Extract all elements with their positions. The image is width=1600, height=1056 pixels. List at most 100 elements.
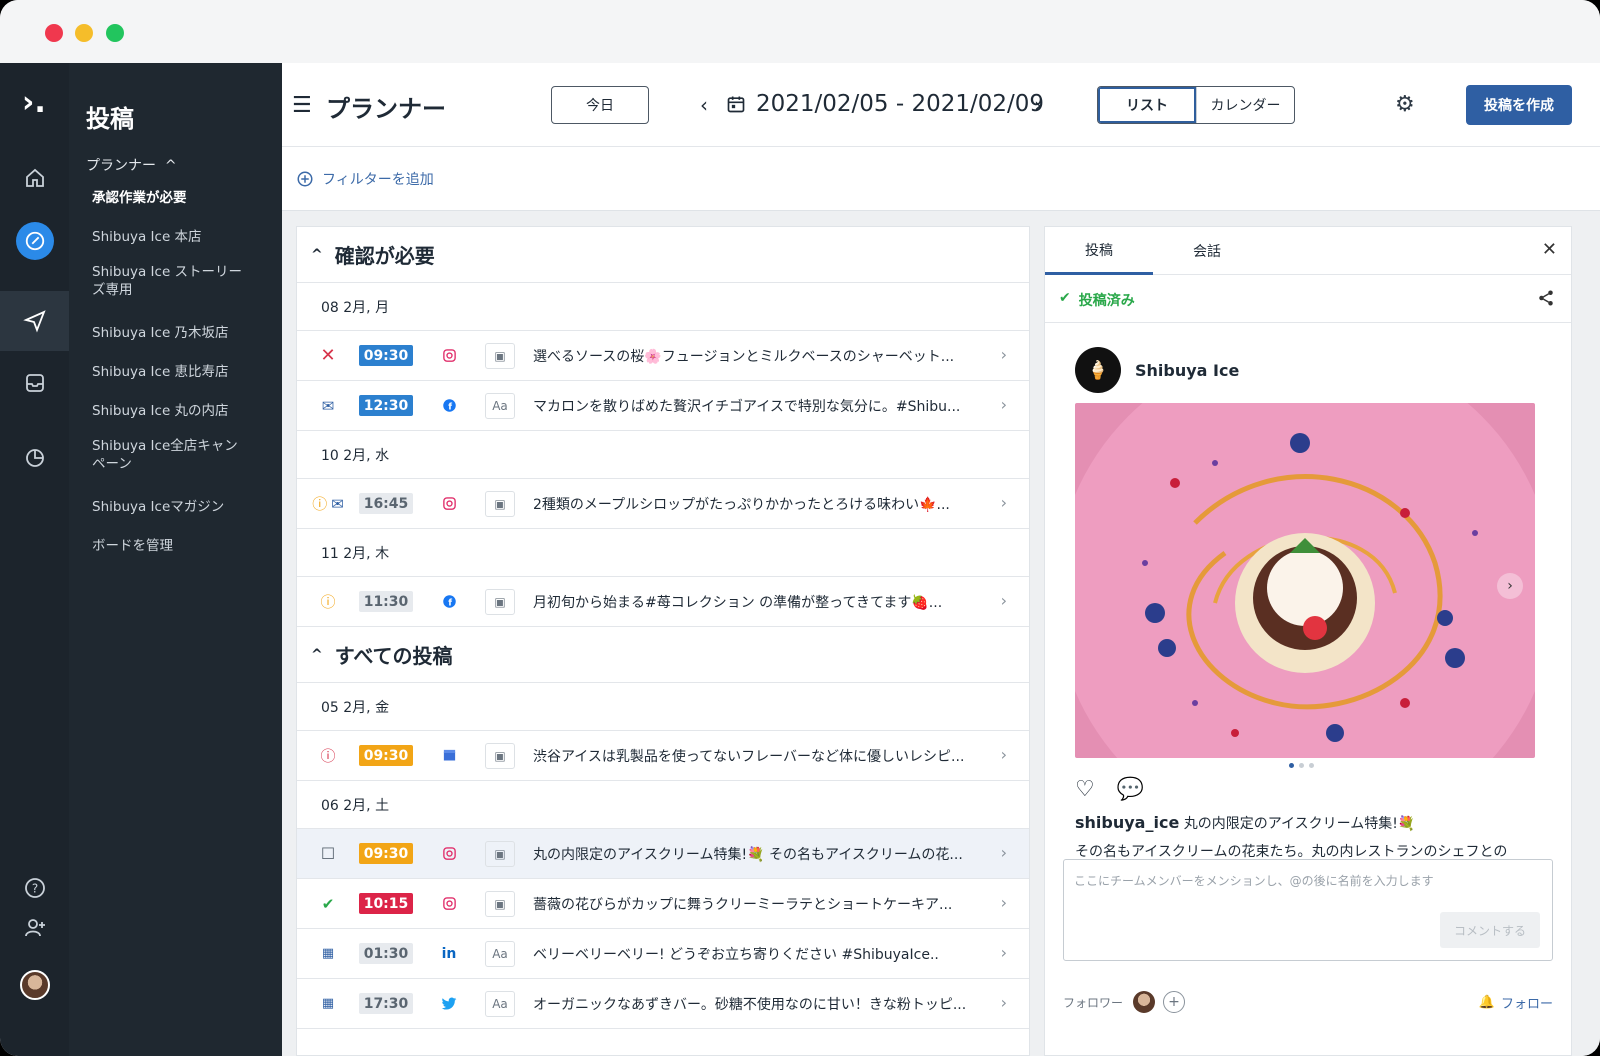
status-badge: ✔ 投稿済み	[1059, 290, 1135, 309]
chevron-right-icon: ›	[1000, 993, 1007, 1012]
post-detail-panel: 投稿 会話 ✕ ✔ 投稿済み 🍦 Shibuya Ice › ♡ 💬 shibu…	[1044, 226, 1572, 1056]
comment-placeholder: ここにチームメンバーをメンションし、@の後に名前を入力します	[1074, 874, 1434, 888]
sidebar-item-magazine[interactable]: Shibuya Iceマガジン	[92, 498, 267, 516]
post-time: 11:30	[359, 591, 413, 612]
post-row[interactable]: ✕ 09:30 ▣ 選べるソースの桜🌸フュージョンとミルクベースのシャーベット.…	[297, 331, 1029, 381]
sidebar-group-planner[interactable]: プランナー ^	[86, 155, 177, 175]
day-header: 05 2月, 金	[297, 683, 1029, 731]
facebook-icon: f	[413, 398, 485, 413]
minimize-window-button[interactable]	[75, 24, 93, 42]
bell-icon: 🔔	[1478, 994, 1495, 1010]
calendar-icon: ▦	[321, 996, 335, 1011]
account-header: 🍦 Shibuya Ice	[1075, 347, 1239, 393]
svg-text:?: ?	[31, 882, 37, 896]
chevron-right-icon[interactable]: ›	[1497, 573, 1523, 599]
sidebar-item-approval[interactable]: 承認作業が必要	[92, 189, 267, 207]
calendar-view-button[interactable]: カレンダー	[1196, 87, 1294, 123]
comment-icon[interactable]: 💬	[1117, 777, 1144, 802]
sidebar-item-ebisu[interactable]: Shibuya Ice 恵比寿店	[92, 363, 267, 381]
post-row[interactable]: ⓘ 11:30 f ▣ 月初旬から始まる#苺コレクション の準備が整ってきてます…	[297, 577, 1029, 627]
chevron-up-icon: ^	[164, 158, 177, 174]
compose-icon[interactable]	[0, 216, 69, 266]
post-row-selected[interactable]: ☐ 09:30 ▣ 丸の内限定のアイスクリーム特集!💐 その名もアイスクリームの…	[297, 829, 1029, 879]
instagram-icon	[413, 348, 485, 363]
post-time: 09:30	[359, 345, 413, 366]
post-time: 01:30	[359, 943, 413, 964]
heart-icon[interactable]: ♡	[1075, 777, 1095, 802]
app-logo[interactable]: ›.	[22, 85, 46, 120]
close-window-button[interactable]	[45, 24, 63, 42]
post-text: 2種類のメープルシロップがたっぷりかかったとろける味わい🍁...	[533, 496, 950, 513]
post-row[interactable]: ▦ 01:30 in Aa ベリーベリーベリー! どうぞお立ち寄りください #S…	[297, 929, 1029, 979]
analytics-icon[interactable]	[0, 433, 69, 483]
post-list: ^ 確認が必要 08 2月, 月 ✕ 09:30 ▣ 選べるソースの桜🌸フュージョ…	[296, 226, 1030, 1056]
account-name: Shibuya Ice	[1135, 360, 1240, 380]
title-bar	[0, 0, 1600, 63]
send-icon[interactable]	[0, 291, 69, 351]
post-text: 丸の内限定のアイスクリーム特集!💐 その名もアイスクリームの花...	[533, 846, 963, 863]
sidebar-item-marunouchi[interactable]: Shibuya Ice 丸の内店	[92, 402, 267, 420]
linkedin-icon: in	[441, 945, 457, 962]
post-row[interactable]: ⓘ ✉ 16:45 ▣ 2種類のメープルシロップがたっぷりかかったとろける味わい🍁…	[297, 479, 1029, 529]
gear-icon[interactable]: ⚙	[1395, 92, 1415, 117]
post-text: 薔薇の花びらがカップに舞うクリーミーラテとショートケーキア...	[533, 896, 953, 913]
post-time: 09:30	[359, 843, 413, 864]
list-view-button[interactable]: リスト	[1098, 87, 1196, 123]
post-row[interactable]: ▦ 17:30 Aa オーガニックなあずきバー。砂糖不使用なのに甘い！きな粉トッ…	[297, 979, 1029, 1029]
chevron-up-icon: ^	[311, 646, 323, 663]
tab-post[interactable]: 投稿	[1045, 227, 1153, 275]
post-row[interactable]: ⓘ 09:30 ▣ 渋谷アイスは乳製品を使ってないフレーバーなど体に優しいレシピ…	[297, 731, 1029, 781]
section-all-posts[interactable]: ^ すべての投稿	[297, 627, 1029, 683]
post-text: マカロンを散りばめた贅沢イチゴアイスで特別な気分に。#Shibu...	[533, 398, 961, 415]
sidebar-item-manage-boards[interactable]: ボードを管理	[92, 537, 267, 555]
home-icon[interactable]	[0, 153, 69, 203]
post-caption: shibuya_ice 丸の内限定のアイスクリーム特集!💐 その名もアイスクリー…	[1075, 813, 1508, 860]
ice-cream-logo-icon: 🍦	[1075, 347, 1121, 393]
chevron-right-icon: ›	[1000, 345, 1007, 364]
today-button[interactable]: 今日	[551, 86, 649, 124]
filter-bar: フィルターを追加	[282, 147, 1600, 211]
chevron-left-icon[interactable]: ‹	[700, 93, 708, 117]
share-icon[interactable]	[1537, 289, 1555, 311]
hamburger-menu-icon[interactable]: ☰	[292, 93, 312, 118]
caption-username: shibuya_ice	[1075, 813, 1180, 832]
chevron-right-icon: ›	[1000, 893, 1007, 912]
sidebar-item-main-store[interactable]: Shibuya Ice 本店	[92, 228, 267, 246]
view-toggle: リスト カレンダー	[1097, 86, 1295, 124]
checkbox[interactable]: ☐	[321, 844, 335, 863]
rejected-x-icon: ✕	[320, 345, 336, 366]
create-post-button[interactable]: 投稿を作成	[1466, 85, 1572, 125]
date-range-text: 2021/02/05 - 2021/02/09	[756, 91, 1045, 117]
add-follower-button[interactable]: +	[1163, 991, 1186, 1013]
post-row[interactable]: ✔ 10:15 ▣ 薔薇の花びらがカップに舞うクリーミーラテとショートケーキア.…	[297, 879, 1029, 929]
add-filter-button[interactable]: フィルターを追加	[296, 169, 434, 189]
post-row[interactable]: ✉ 12:30 f Aa マカロンを散りばめた贅沢イチゴアイスで特別な気分に。#…	[297, 381, 1029, 431]
follower-avatar	[1133, 991, 1156, 1013]
image-icon: ▣	[485, 890, 515, 917]
svg-text:f: f	[448, 598, 452, 608]
follow-button[interactable]: 🔔 フォロー	[1479, 993, 1553, 1012]
mail-icon: ✉	[321, 396, 335, 415]
date-range-picker[interactable]: 2021/02/05 - 2021/02/09	[726, 91, 1044, 117]
day-header: 08 2月, 月	[297, 283, 1029, 331]
close-icon[interactable]: ✕	[1542, 239, 1557, 260]
tab-conversation[interactable]: 会話	[1153, 227, 1261, 275]
sidebar-item-campaign[interactable]: Shibuya Ice全店キャンペーン	[92, 437, 247, 473]
maximize-window-button[interactable]	[106, 24, 124, 42]
post-time: 12:30	[359, 395, 413, 416]
text-icon: Aa	[485, 392, 515, 419]
chevron-right-icon[interactable]: ›	[1034, 93, 1042, 117]
post-time: 10:15	[359, 893, 413, 914]
add-user-icon[interactable]	[0, 903, 69, 953]
sidebar-item-stories[interactable]: Shibuya Ice ストーリーズ専用	[92, 263, 252, 299]
post-time: 09:30	[359, 745, 413, 766]
section-needs-review[interactable]: ^ 確認が必要	[297, 227, 1029, 283]
followers-bar: フォロワー + 🔔 フォロー	[1063, 987, 1553, 1017]
post-text: オーガニックなあずきバー。砂糖不使用なのに甘い！きな粉トッピ...	[533, 996, 967, 1013]
instagram-icon	[413, 496, 485, 511]
comment-box[interactable]: ここにチームメンバーをメンションし、@の後に名前を入力します コメントする	[1063, 859, 1553, 961]
comment-submit-button[interactable]: コメントする	[1440, 912, 1540, 948]
inbox-icon[interactable]	[0, 358, 69, 408]
user-avatar[interactable]	[0, 960, 69, 1010]
sidebar-item-nogizaka[interactable]: Shibuya Ice 乃木坂店	[92, 324, 267, 342]
